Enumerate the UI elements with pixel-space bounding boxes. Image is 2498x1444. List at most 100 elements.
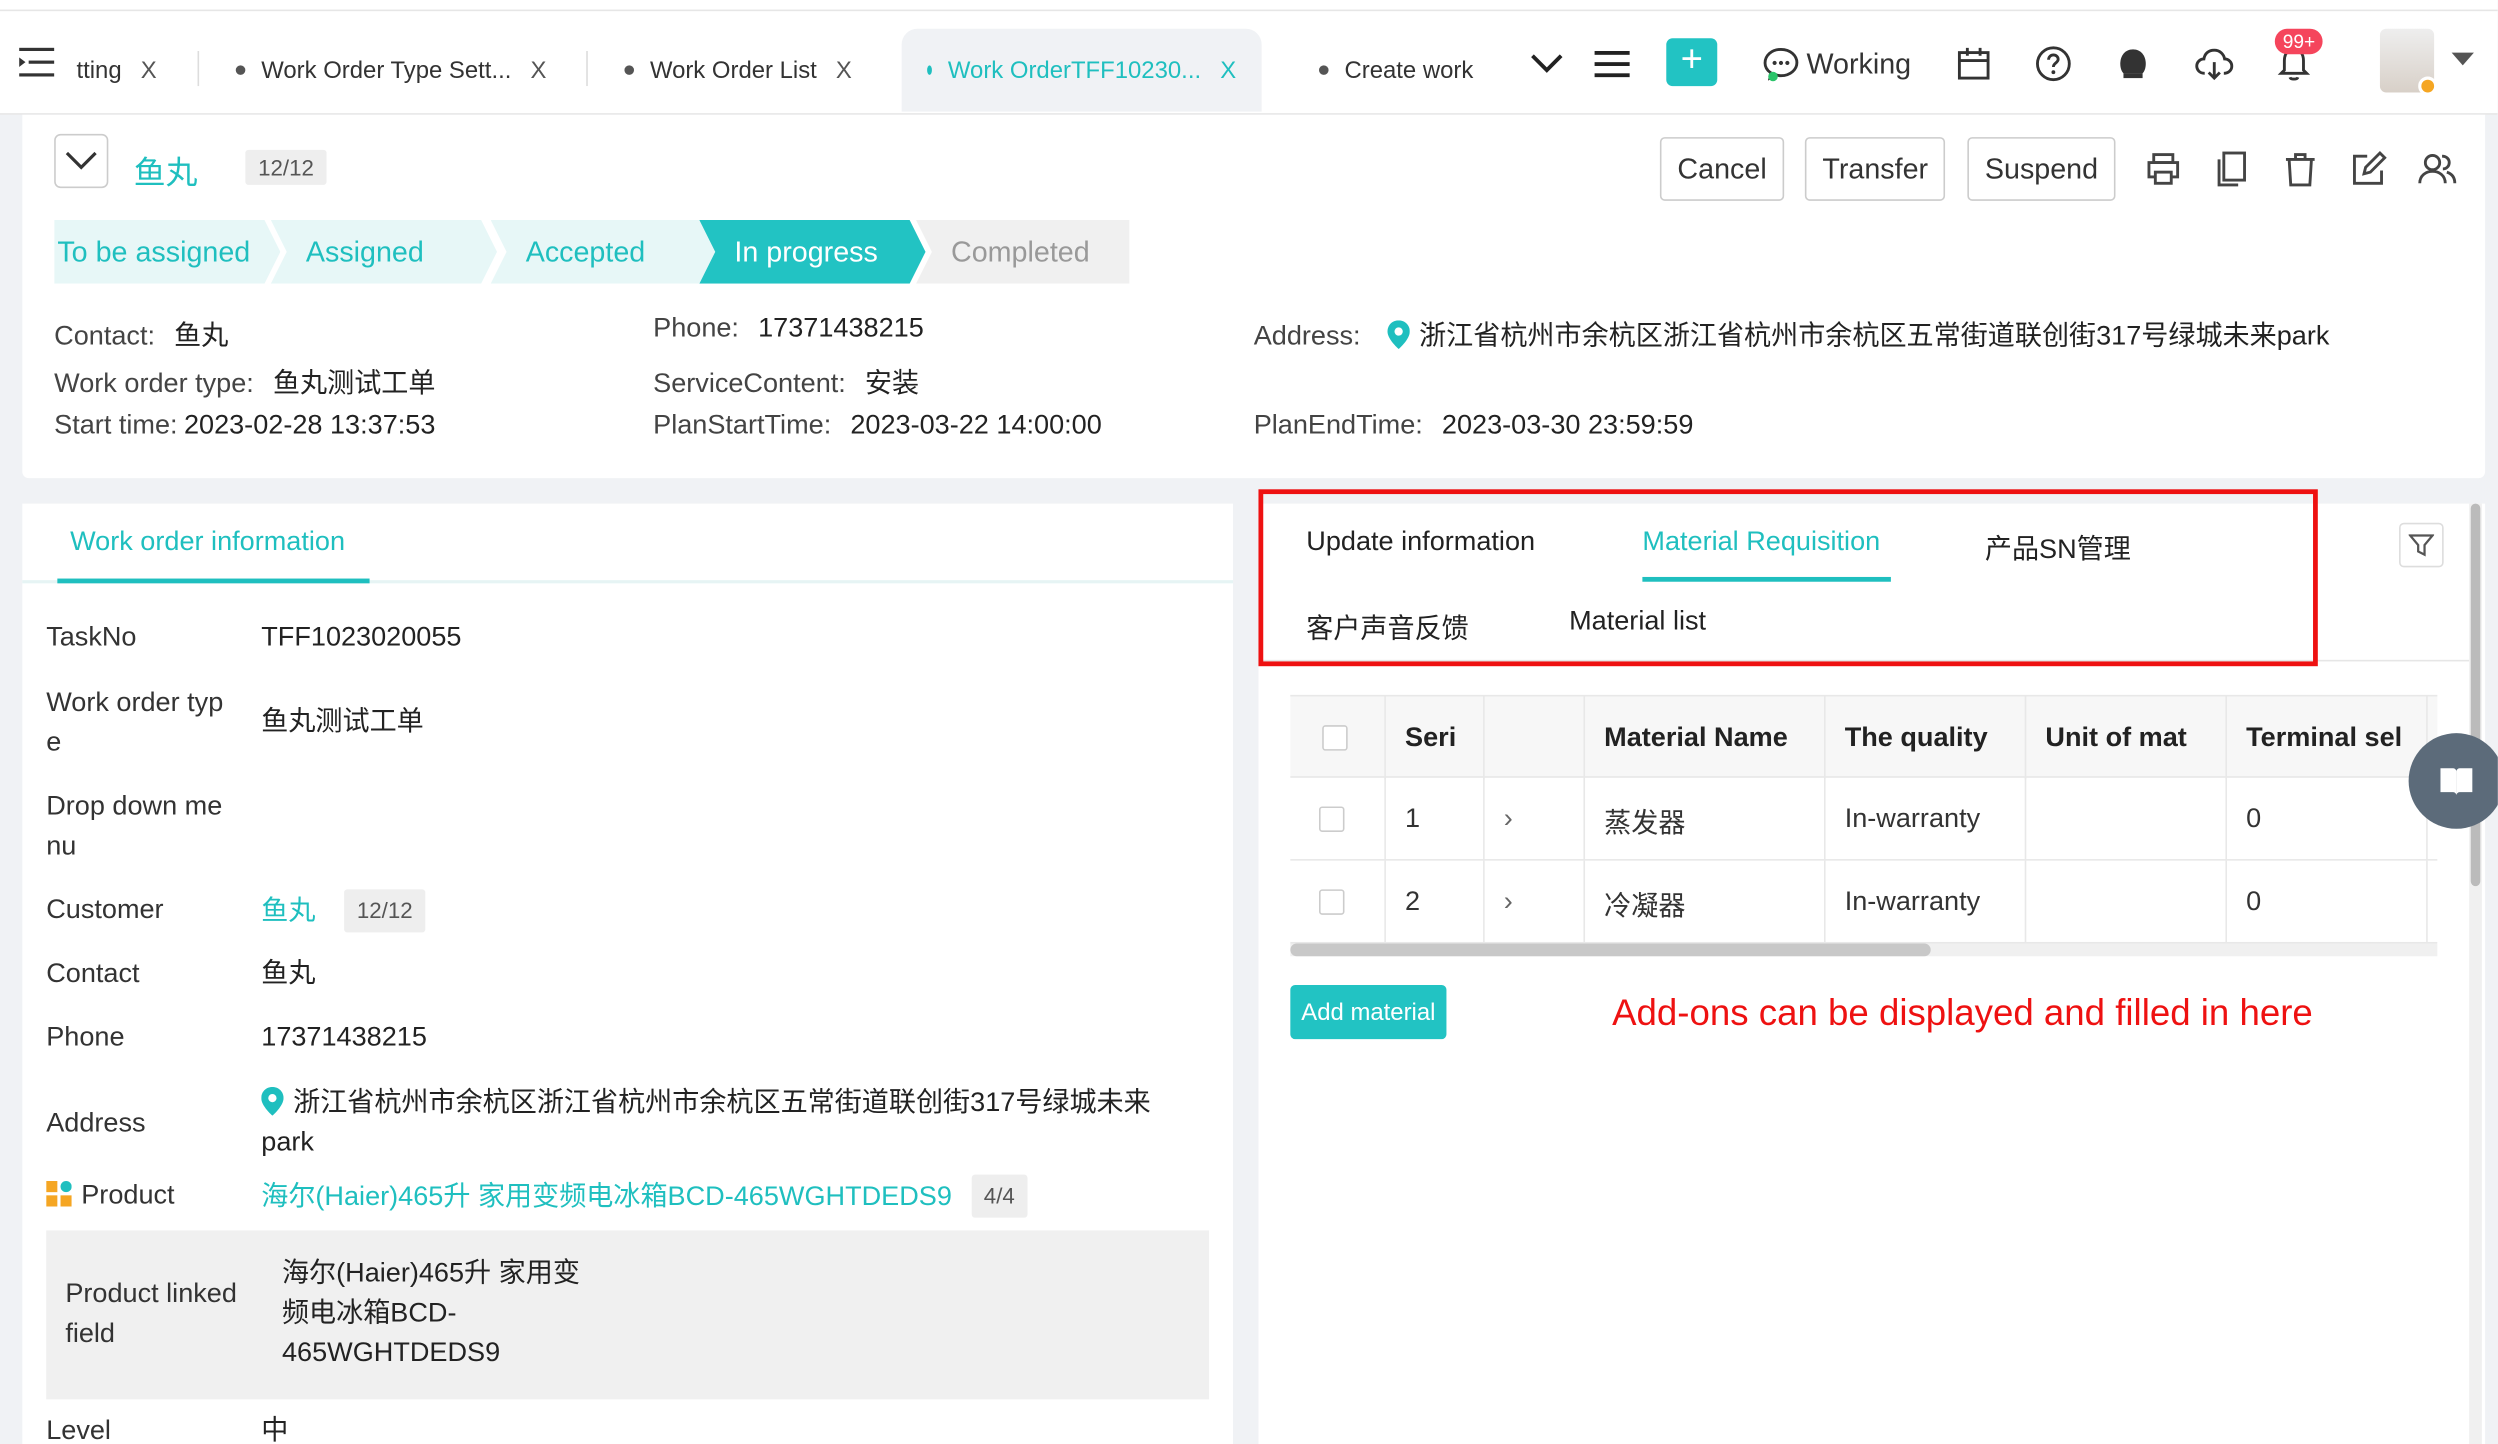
type-label-line: e — [46, 726, 62, 758]
expand-icon[interactable]: › — [1485, 860, 1586, 944]
contact-label: Contact: — [54, 320, 156, 351]
close-icon[interactable]: X — [141, 57, 157, 84]
tab-material-requisition[interactable]: Material Requisition — [1642, 526, 1880, 558]
collapse-menu-icon[interactable] — [19, 45, 57, 80]
transfer-button[interactable]: Transfer — [1804, 137, 1946, 201]
product-link[interactable]: 海尔(Haier)465升 家用变频电冰箱BCD-465WGHTDEDS9 — [261, 1181, 952, 1211]
column-header[interactable]: Unit of mat — [2026, 696, 2228, 780]
plan-end-info: PlanEndTime: 2023-03-30 23:59:59 — [1254, 410, 1694, 442]
floating-help-button[interactable] — [2408, 733, 2498, 829]
list-menu-icon[interactable] — [1593, 41, 1631, 86]
linked-value-line: 频电冰箱BCD- — [281, 1297, 457, 1328]
add-button[interactable]: + — [1666, 38, 1718, 87]
step-accepted: Accepted — [491, 220, 717, 284]
work-order-header: 鱼丸 12/12 Cancel Transfer Suspend To be a… — [22, 114, 2486, 479]
step-in-progress: In progress — [699, 220, 925, 284]
phone-label: Phone: — [653, 312, 739, 343]
phone-value: 17371438215 — [758, 312, 924, 343]
seri-cell: 2 — [1386, 860, 1485, 944]
dropdown-label: Drop down me nu — [46, 786, 245, 866]
tab-work-order-information[interactable]: Work order information — [70, 526, 345, 558]
product-count-badge: 4/4 — [971, 1174, 1028, 1218]
terminal-cell: 0 — [2227, 860, 2428, 944]
table-row[interactable]: 1 › 蒸发器 In-warranty 0 — [1290, 777, 2438, 861]
terminal-cell: 0 — [2227, 777, 2428, 861]
status-badge — [2418, 76, 2438, 96]
tab-product-sn[interactable]: 产品SN管理 — [1985, 526, 2131, 566]
close-icon[interactable]: X — [1220, 57, 1236, 84]
chevron-down-icon[interactable] — [2450, 51, 2475, 67]
tab-material-list[interactable]: Material list — [1569, 606, 1706, 638]
linked-label-line: Product linked — [65, 1278, 237, 1309]
step-to-be-assigned: To be assigned — [54, 220, 280, 284]
filter-button[interactable] — [2399, 522, 2444, 568]
service-label: ServiceContent: — [653, 368, 846, 399]
service-value: 安装 — [864, 368, 920, 399]
tab-work-order-list[interactable]: Work Order List X — [624, 29, 852, 112]
customer-link[interactable]: 鱼丸 — [261, 896, 315, 926]
users-icon[interactable] — [2417, 150, 2458, 188]
tab-create-work[interactable]: Create work — [1319, 29, 1473, 112]
help-icon[interactable] — [2034, 41, 2072, 86]
work-order-info-panel: Work order information TaskNo TFF1023020… — [22, 503, 1233, 1444]
tab-update-information[interactable]: Update information — [1306, 526, 1535, 558]
tab-label: Create work — [1344, 56, 1474, 84]
address-line: 浙江省杭州市余杭区浙江省杭州市余杭区五常街道联创街317号绿城未来 — [293, 1086, 1151, 1118]
address-label: Address: — [1253, 320, 1361, 351]
copy-icon[interactable] — [2214, 150, 2252, 188]
skin-icon[interactable] — [2116, 41, 2151, 86]
print-icon[interactable] — [2144, 150, 2182, 188]
column-header[interactable]: Material Name — [1585, 696, 1826, 780]
chevron-down-icon[interactable] — [1529, 41, 1564, 86]
location-pin-icon — [261, 1086, 284, 1116]
add-material-button[interactable]: Add material — [1290, 984, 1447, 1040]
divider — [197, 51, 200, 87]
select-all-checkbox[interactable] — [1322, 725, 1348, 751]
working-status-button[interactable]: Working — [1762, 45, 1911, 83]
row-checkbox[interactable] — [1319, 806, 1345, 832]
cancel-button[interactable]: Cancel — [1659, 137, 1785, 201]
product-value: 海尔(Haier)465升 家用变频电冰箱BCD-465WGHTDEDS9 4/4 — [261, 1174, 1028, 1218]
customer-value: 鱼丸 12/12 — [261, 889, 426, 933]
level-label: Level — [46, 1415, 111, 1444]
delete-icon[interactable] — [2281, 150, 2319, 188]
dropdown-label-line: Drop down me — [46, 790, 223, 821]
column-header — [1485, 696, 1586, 780]
tab-customer-feedback[interactable]: 客户声音反馈 — [1306, 606, 1468, 646]
close-icon[interactable]: X — [530, 57, 546, 84]
address-info: Address: 浙江省杭州市余杭区浙江省杭州市余杭区五常街道联创街317号绿城… — [1253, 312, 2330, 352]
step-assigned: Assigned — [271, 220, 497, 284]
tab-work-order-detail[interactable]: Work OrderTFF10230... X — [901, 28, 1262, 112]
column-header[interactable]: The quality — [1826, 696, 2027, 780]
close-icon[interactable]: X — [836, 57, 852, 84]
unit-cell — [2026, 777, 2228, 861]
phone-label: Phone — [46, 1021, 125, 1052]
expand-icon[interactable]: › — [1485, 777, 1586, 861]
column-header[interactable]: Seri — [1386, 696, 1485, 780]
type-label: Work order typ e — [46, 682, 245, 762]
row-select-cell — [1290, 860, 1386, 944]
tab-settings[interactable]: tting X — [76, 29, 156, 112]
address-value: 浙江省杭州市余杭区浙江省杭州市余杭区五常街道联创街317号绿城未来park — [1419, 320, 2330, 351]
scrollbar-thumb[interactable] — [2470, 503, 2481, 887]
type-value: 鱼丸测试工单 — [261, 706, 424, 737]
taskno-label: TaskNo — [46, 621, 137, 652]
contact-label: Contact — [46, 957, 140, 989]
calendar-icon[interactable] — [1956, 41, 1991, 86]
suspend-button[interactable]: Suspend — [1967, 137, 2116, 201]
quality-cell: In-warranty — [1826, 860, 2027, 944]
product-icon — [46, 1181, 72, 1207]
book-icon — [2440, 768, 2473, 796]
edit-icon[interactable] — [2350, 150, 2388, 188]
table-row[interactable]: 2 › 冷凝器 In-warranty 0 — [1290, 860, 2438, 944]
scrollbar-thumb[interactable] — [1290, 943, 1931, 957]
column-header[interactable]: Terminal sel — [2227, 696, 2428, 780]
cloud-download-icon[interactable] — [2194, 41, 2235, 86]
product-label-text: Product — [81, 1179, 175, 1210]
collapse-button[interactable] — [54, 133, 109, 189]
row-checkbox[interactable] — [1319, 889, 1345, 915]
tab-work-order-type-settings[interactable]: Work Order Type Sett... X — [235, 29, 546, 112]
customer-title-link[interactable]: 鱼丸 — [134, 147, 198, 193]
product-linked-field-box: Product linked field 海尔(Haier)465升 家用变 频… — [46, 1230, 1210, 1400]
linked-label-line: field — [65, 1318, 115, 1349]
